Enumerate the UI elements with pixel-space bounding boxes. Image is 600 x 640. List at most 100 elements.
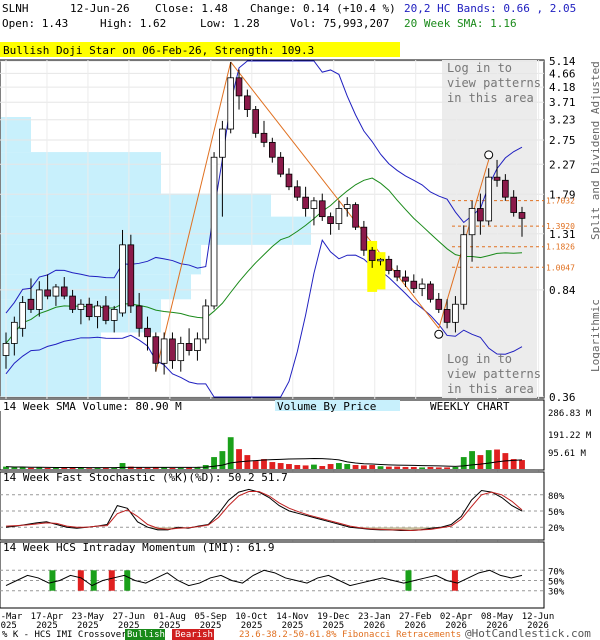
high: High: 1.62	[100, 17, 166, 30]
imi-title: 14 Week HCS Intraday Momentum (IMI): 61.…	[3, 541, 275, 554]
adjusted-label: Split and Dividend Adjusted	[589, 61, 600, 240]
volume-bar	[244, 455, 251, 469]
price-tick-label: 0.84	[549, 284, 576, 297]
crossover-label: % K - HCS IMI Crossover:	[2, 630, 132, 640]
candle-body	[327, 216, 334, 224]
bands-label: 20,2 HC Bands: 0.66 , 2.05	[404, 2, 576, 15]
price-tick-label: 4.18	[549, 81, 576, 94]
date: 12-Jun-26	[70, 2, 130, 15]
login-text-top-2[interactable]: view patterns	[447, 76, 541, 90]
imi-tick-label: 30%	[548, 588, 565, 598]
candle-body	[202, 305, 210, 340]
price-tick-label: 3.71	[549, 96, 576, 109]
candle-body	[44, 289, 51, 297]
weekly-chart: SLNH 12-Jun-26 Close: 1.48 Change: 0.14 …	[0, 2, 600, 640]
volume-tick-label: 286.83 M	[548, 409, 592, 419]
vbp-bar	[1, 274, 191, 300]
volume-bar	[211, 457, 217, 469]
open: Open: 1.43	[2, 17, 68, 30]
vbp-title: Volume By Price	[277, 400, 376, 413]
price-tick-label: 2.75	[549, 134, 576, 147]
volume-bar	[344, 464, 351, 469]
sma-label: 20 Week SMA: 1.16	[404, 17, 517, 30]
candle-body	[177, 343, 185, 362]
candle-body	[2, 343, 10, 356]
candle-body	[460, 234, 468, 305]
volume-bar	[277, 463, 284, 469]
login-text-top-1[interactable]: Log in to	[447, 61, 512, 75]
volume-bar	[177, 467, 184, 469]
candle-body	[418, 283, 426, 289]
candle-body	[52, 286, 60, 297]
volume-bar	[69, 468, 76, 469]
candle-body	[85, 303, 93, 318]
candle-body	[27, 298, 35, 310]
volume-bar	[44, 468, 51, 469]
volume-bar	[427, 467, 434, 469]
change: Change: 0.14 (+10.4 %)	[250, 2, 396, 15]
volume-bar	[360, 465, 367, 469]
bullish-crossover-marker	[405, 570, 412, 591]
candle-body	[493, 176, 501, 181]
volume-bar	[519, 460, 525, 469]
login-text-bottom-1[interactable]: Log in to	[447, 352, 512, 366]
bullish-crossover-marker	[124, 570, 131, 591]
pattern-banner-text: Bullish Doji Star on 06-Feb-26, Strength…	[3, 44, 314, 57]
volume-bar	[494, 449, 500, 469]
candle-body	[377, 258, 384, 262]
volume-total: Vol: 75,993,207	[290, 17, 389, 30]
candle-body	[368, 249, 376, 261]
candle-body	[194, 338, 201, 351]
header: SLNH 12-Jun-26 Close: 1.48 Change: 0.14 …	[2, 2, 576, 30]
volume-bar	[311, 464, 317, 469]
vbp-bar	[1, 216, 311, 245]
volume-tick-label: 191.22 M	[548, 431, 592, 441]
stochastic-title: 14 Week Fast Stochastic (%K)(%D): 50.2 5…	[3, 471, 288, 484]
volume-bar	[460, 457, 467, 469]
credit[interactable]: @HotCandlestick.com	[465, 627, 591, 640]
volume-bar	[269, 462, 276, 469]
candle-body	[477, 208, 484, 222]
volume-tick-label: 95.61 M	[548, 449, 587, 459]
volume-bar	[394, 466, 401, 469]
candle-body	[119, 244, 126, 314]
candle-body	[127, 244, 135, 307]
login-text-bottom-3[interactable]: in this area	[447, 382, 534, 396]
candle-body	[335, 208, 343, 224]
price-axis: 5.144.664.18 3.71 3.23 2.75 2.27 1.79 1.31 0.84…	[549, 55, 576, 404]
candle-body	[468, 208, 476, 236]
volume-bar	[86, 468, 93, 469]
candle-body	[360, 226, 368, 251]
candle-body	[110, 309, 118, 321]
bullish-legend: Bullish	[127, 630, 165, 640]
login-text-bottom-2[interactable]: view patterns	[447, 367, 541, 381]
candle-body	[102, 305, 110, 321]
pivot-high-marker	[484, 150, 494, 160]
volume-bar	[435, 467, 442, 469]
vbp-bar	[1, 193, 271, 217]
volume-bar	[452, 467, 459, 469]
volume-bar	[377, 466, 384, 469]
volume-bar	[144, 467, 151, 469]
candle-body	[502, 179, 509, 198]
login-text-top-3[interactable]: in this area	[447, 91, 534, 105]
candle-body	[443, 309, 451, 323]
price-tick-label: 5.14	[549, 55, 576, 68]
price-tick-label: 1.79	[549, 188, 576, 201]
candle-body	[269, 141, 276, 158]
bullish-crossover-marker	[49, 570, 56, 591]
candle-body	[427, 283, 434, 300]
volume-bar	[352, 465, 359, 469]
candle-body	[518, 212, 526, 219]
candle-body	[235, 77, 243, 97]
candle-body	[393, 270, 401, 278]
volume-bar	[119, 463, 126, 469]
volume-bar	[319, 466, 326, 469]
candle-body	[219, 128, 226, 158]
candle-body	[69, 295, 76, 310]
volume-bar	[485, 450, 492, 469]
imi-tick-label: 70%	[548, 567, 565, 577]
candle-body	[152, 336, 160, 364]
volume-bar	[94, 468, 101, 469]
vbp-bar	[1, 244, 201, 275]
